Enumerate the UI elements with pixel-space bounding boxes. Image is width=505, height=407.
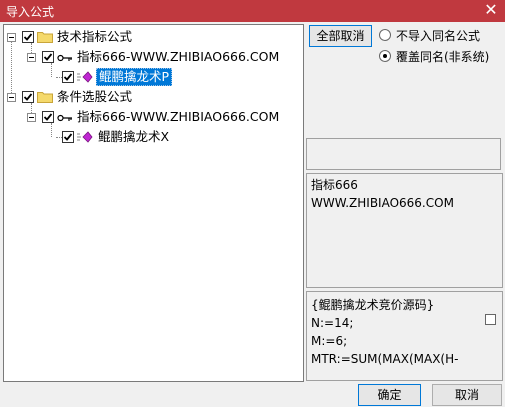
checkbox-formula-x[interactable]: [62, 131, 74, 143]
tree-label: 指标666-WWW.ZHIBIAO666.COM: [77, 49, 280, 64]
radio-overwrite-label: 覆盖同名(非系统): [396, 50, 490, 64]
checkbox-technical-indicators[interactable]: [22, 31, 34, 43]
collapse-icon[interactable]: [7, 93, 16, 102]
cancel-button[interactable]: 取消: [432, 384, 502, 406]
collapse-icon[interactable]: [7, 33, 16, 42]
ok-button[interactable]: 确定: [358, 384, 421, 406]
checkbox-formula-p[interactable]: [62, 71, 74, 83]
folder-icon: [37, 92, 53, 103]
tree-node-technical-indicators[interactable]: 技术指标公式: [4, 28, 294, 46]
tree-node-formula-x[interactable]: 鲲鹏擒龙术X: [4, 128, 294, 146]
formula-gem-icon: [77, 71, 93, 83]
key-icon: [57, 54, 72, 62]
empty-info-panel: [306, 138, 501, 170]
tree-label: 条件选股公式: [57, 89, 133, 104]
tree-label-selected: 鲲鹏擒龙术P: [96, 68, 173, 86]
description-line-2: WWW.ZHIBIAO666.COM: [311, 196, 454, 210]
tree-node-formula-p[interactable]: 鲲鹏擒龙术P: [4, 68, 294, 86]
radio-overwrite[interactable]: [379, 50, 391, 62]
checkbox-indicator-666-2[interactable]: [42, 111, 54, 123]
collapse-icon[interactable]: [27, 53, 36, 62]
checkmark-icon: [43, 53, 53, 61]
collapse-icon[interactable]: [27, 113, 36, 122]
radio-no-import-label: 不导入同名公式: [396, 29, 481, 43]
checkmark-icon: [63, 133, 73, 141]
checkmark-icon: [23, 33, 33, 41]
description-line-1: 指标666: [311, 178, 358, 192]
description-panel: 指标666 WWW.ZHIBIAO666.COM: [306, 173, 503, 288]
folder-icon: [37, 32, 53, 43]
source-code-panel[interactable]: {鲲鹏擒龙术竞价源码} N:=14; M:=6; MTR:=SUM(MAX(MA…: [306, 291, 503, 381]
code-line-2: N:=14;: [311, 316, 354, 330]
tree-node-indicator-666-2[interactable]: 指标666-WWW.ZHIBIAO666.COM: [4, 108, 294, 126]
close-icon[interactable]: ✕: [483, 0, 499, 20]
deselect-all-button[interactable]: 全部取消: [309, 25, 372, 47]
code-line-3: M:=6;: [311, 334, 348, 348]
checkmark-icon: [43, 113, 53, 121]
checkmark-icon: [23, 93, 33, 101]
radio-no-import[interactable]: [379, 29, 391, 41]
import-formula-dialog: 导入公式 ✕ 技术指标公式 指标666-WWW.ZHIBIAO666.COM 鲲…: [0, 0, 505, 407]
tree-node-stock-selection[interactable]: 条件选股公式: [4, 88, 294, 106]
checkmark-icon: [63, 73, 73, 81]
wrap-checkbox[interactable]: [485, 314, 496, 325]
tree-node-indicator-666[interactable]: 指标666-WWW.ZHIBIAO666.COM: [4, 48, 294, 66]
formula-gem-icon: [77, 131, 93, 143]
checkbox-indicator-666[interactable]: [42, 51, 54, 63]
code-line-4: MTR:=SUM(MAX(MAX(H-: [311, 352, 459, 366]
tree-label: 技术指标公式: [57, 29, 133, 44]
tree-label: 鲲鹏擒龙术X: [98, 129, 170, 144]
window-title: 导入公式: [6, 5, 55, 19]
code-line-1: {鲲鹏擒龙术竞价源码}: [311, 298, 435, 312]
formula-tree[interactable]: 技术指标公式 指标666-WWW.ZHIBIAO666.COM 鲲鹏擒龙术P 条…: [3, 24, 304, 382]
key-icon: [57, 114, 72, 122]
title-bar: 导入公式 ✕: [0, 0, 505, 22]
checkbox-stock-selection[interactable]: [22, 91, 34, 103]
tree-label: 指标666-WWW.ZHIBIAO666.COM: [77, 109, 280, 124]
